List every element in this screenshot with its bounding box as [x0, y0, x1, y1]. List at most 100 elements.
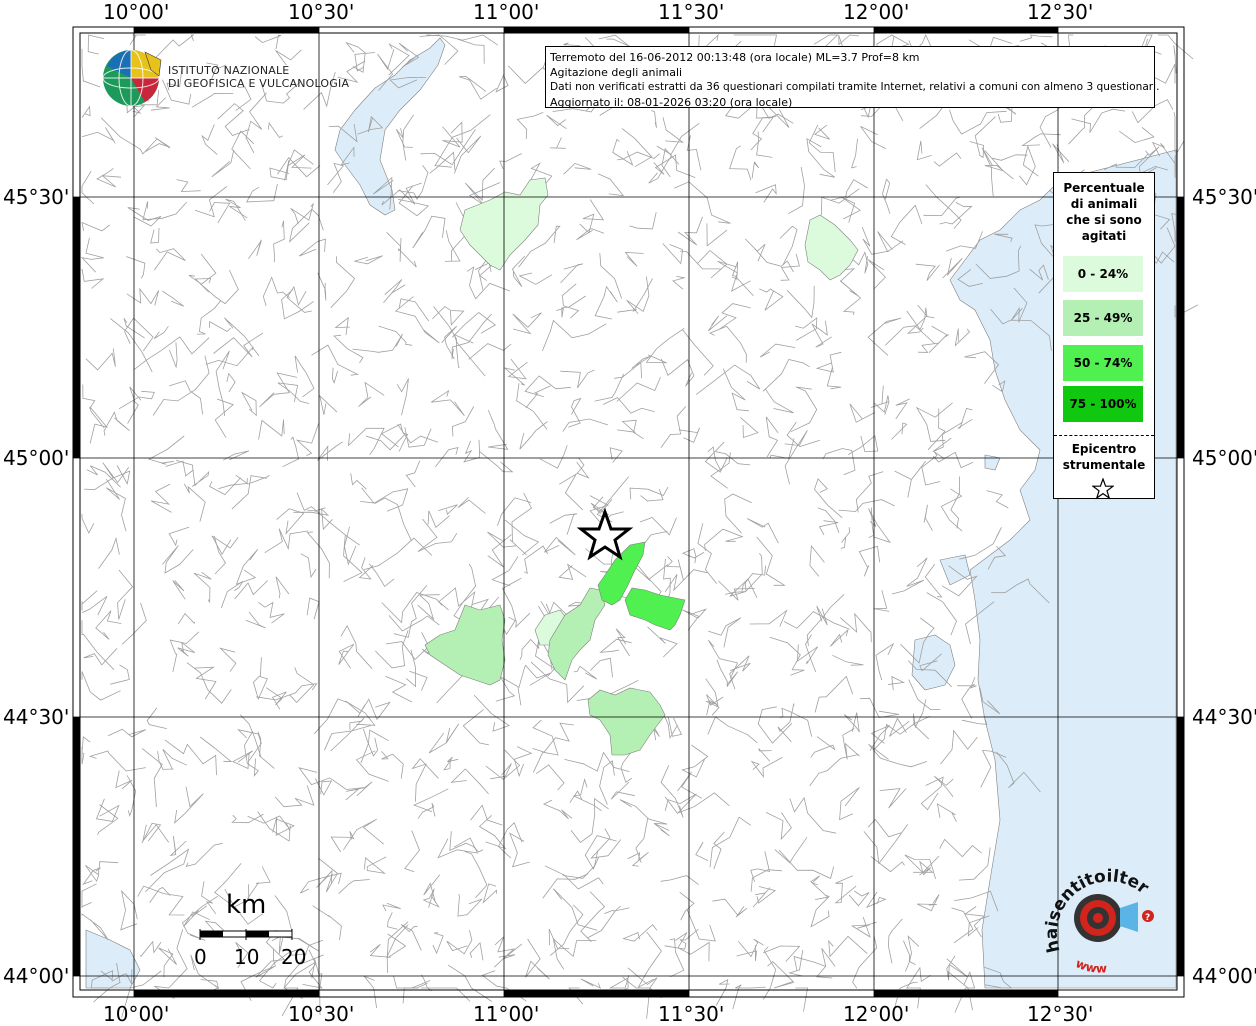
municipal-boundary-line: [1158, 34, 1194, 60]
municipal-boundary-line: [887, 918, 903, 964]
municipal-boundary-line: [745, 238, 766, 262]
municipal-boundary-line: [539, 445, 568, 469]
municipal-boundary-line: [100, 117, 170, 155]
municipal-boundary-line: [779, 225, 798, 266]
municipal-boundary-line: [360, 497, 412, 542]
municipal-boundary-line: [939, 202, 973, 225]
municipal-boundary-line: [209, 202, 231, 224]
municipal-boundary-line: [590, 828, 622, 859]
municipal-boundary-line: [839, 280, 862, 315]
municipal-boundary-line: [651, 110, 657, 128]
municipal-boundary-line: [769, 636, 805, 676]
municipal-boundary-line: [672, 276, 685, 290]
municipal-boundary-line: [1021, 133, 1061, 147]
municipal-boundary-line: [615, 628, 630, 657]
lon-label-top-5: 12°30': [1027, 0, 1094, 24]
municipal-boundary-line: [724, 493, 752, 534]
municipal-boundary-line: [226, 372, 236, 393]
municipal-boundary-line: [200, 269, 239, 305]
municipal-boundary-line: [645, 327, 685, 364]
municipal-boundary-line: [923, 504, 933, 531]
municipal-boundary-line: [386, 232, 402, 262]
municipal-boundary-line: [511, 255, 526, 287]
municipal-boundary-line: [417, 518, 458, 552]
municipal-boundary-line: [330, 717, 365, 752]
municipal-boundary-line: [449, 831, 484, 853]
municipal-boundary-line: [142, 201, 188, 221]
municipal-boundary-line: [420, 128, 476, 166]
municipal-boundary-line: [524, 545, 549, 575]
municipal-boundary-line: [81, 221, 110, 232]
municipal-boundary-line: [269, 160, 290, 181]
municipal-boundary-line: [560, 263, 584, 284]
legend-class-75-100: 75 - 100%: [1063, 386, 1143, 422]
municipal-boundary-line: [126, 775, 137, 818]
municipal-boundary-line: [662, 243, 684, 265]
municipal-boundary-line: [722, 368, 750, 412]
municipal-boundary-line: [777, 703, 795, 743]
map-title: Agitazione degli animali: [550, 66, 683, 79]
municipal-boundary-line: [814, 675, 854, 713]
municipal-boundary-line: [759, 288, 784, 311]
event-info-box: Terremoto del 16-06-2012 00:13:48 (ora l…: [545, 46, 1159, 109]
municipal-boundary-line: [127, 207, 162, 227]
municipal-boundary-line: [164, 739, 217, 776]
legend-epicenter-label: Epicentro strumentale: [1054, 441, 1154, 473]
municipal-boundary-line: [438, 504, 458, 516]
municipal-boundary-line: [358, 557, 374, 580]
legend-star-icon: [1092, 478, 1114, 500]
municipal-boundary-line: [669, 938, 685, 978]
municipal-boundary-line: [596, 476, 629, 523]
municipal-boundary-line: [841, 196, 861, 223]
municipal-boundary-line: [867, 818, 902, 838]
municipal-boundary-line: [639, 517, 677, 536]
municipal-boundary-line: [312, 905, 342, 941]
legend-epicenter-line1: Epicentro: [1071, 442, 1137, 456]
municipal-boundary-line: [936, 803, 957, 822]
municipal-boundary-line: [380, 423, 409, 452]
municipal-boundary-line: [516, 112, 544, 140]
municipal-boundary-line: [286, 285, 312, 313]
municipal-boundary-line: [814, 478, 843, 519]
municipal-boundary-line: [81, 127, 116, 144]
municipal-boundary-line: [231, 475, 267, 510]
municipal-boundary-line: [248, 239, 262, 260]
legend-class-50-74: 50 - 74%: [1063, 345, 1143, 381]
legend-class-0-24: 0 - 24%: [1063, 256, 1143, 292]
municipal-boundary-line: [756, 131, 773, 158]
municipal-boundary-line: [402, 114, 414, 161]
municipal-boundary-line: [822, 448, 856, 476]
municipal-boundary-line: [168, 526, 190, 547]
ingv-name: ISTITUTO NAZIONALE DI GEOFISICA E VULCAN…: [168, 64, 349, 90]
municipal-boundary-line: [357, 698, 391, 721]
municipal-boundary-line: [118, 390, 155, 410]
municipal-boundary-line: [117, 569, 134, 620]
municipal-boundary-line: [240, 391, 257, 417]
municipal-boundary-line: [744, 553, 763, 593]
municipal-boundary-line: [573, 665, 598, 680]
municipal-boundary-line: [165, 460, 194, 477]
municipal-boundary-line: [98, 537, 120, 569]
municipal-boundary-line: [81, 170, 95, 205]
municipal-boundary-line: [923, 196, 961, 217]
lon-label-bottom-1: 10°30': [288, 1002, 355, 1026]
municipal-boundary-line: [797, 644, 819, 665]
lon-label-bottom-2: 11°00': [473, 1002, 540, 1026]
municipal-boundary-line: [478, 815, 507, 850]
municipal-boundary-line: [535, 764, 565, 791]
municipal-boundary-line: [580, 891, 606, 943]
municipal-boundary-line: [590, 657, 613, 678]
municipal-boundary-line: [361, 487, 409, 512]
municipal-boundary-line: [939, 838, 982, 858]
municipal-boundary-line: [417, 802, 436, 819]
municipal-boundary-line: [146, 707, 167, 729]
lat-label-right-3: 44°00': [1192, 964, 1256, 988]
municipal-boundary-line: [172, 580, 186, 600]
municipal-boundary-line: [664, 569, 708, 593]
municipal-boundary-line: [561, 283, 580, 319]
municipal-boundary-line: [423, 874, 441, 903]
municipal-boundary-line: [907, 935, 920, 965]
municipal-boundary-line: [177, 641, 195, 657]
municipal-boundary-line: [409, 670, 428, 691]
municipal-boundary-line: [635, 818, 649, 863]
